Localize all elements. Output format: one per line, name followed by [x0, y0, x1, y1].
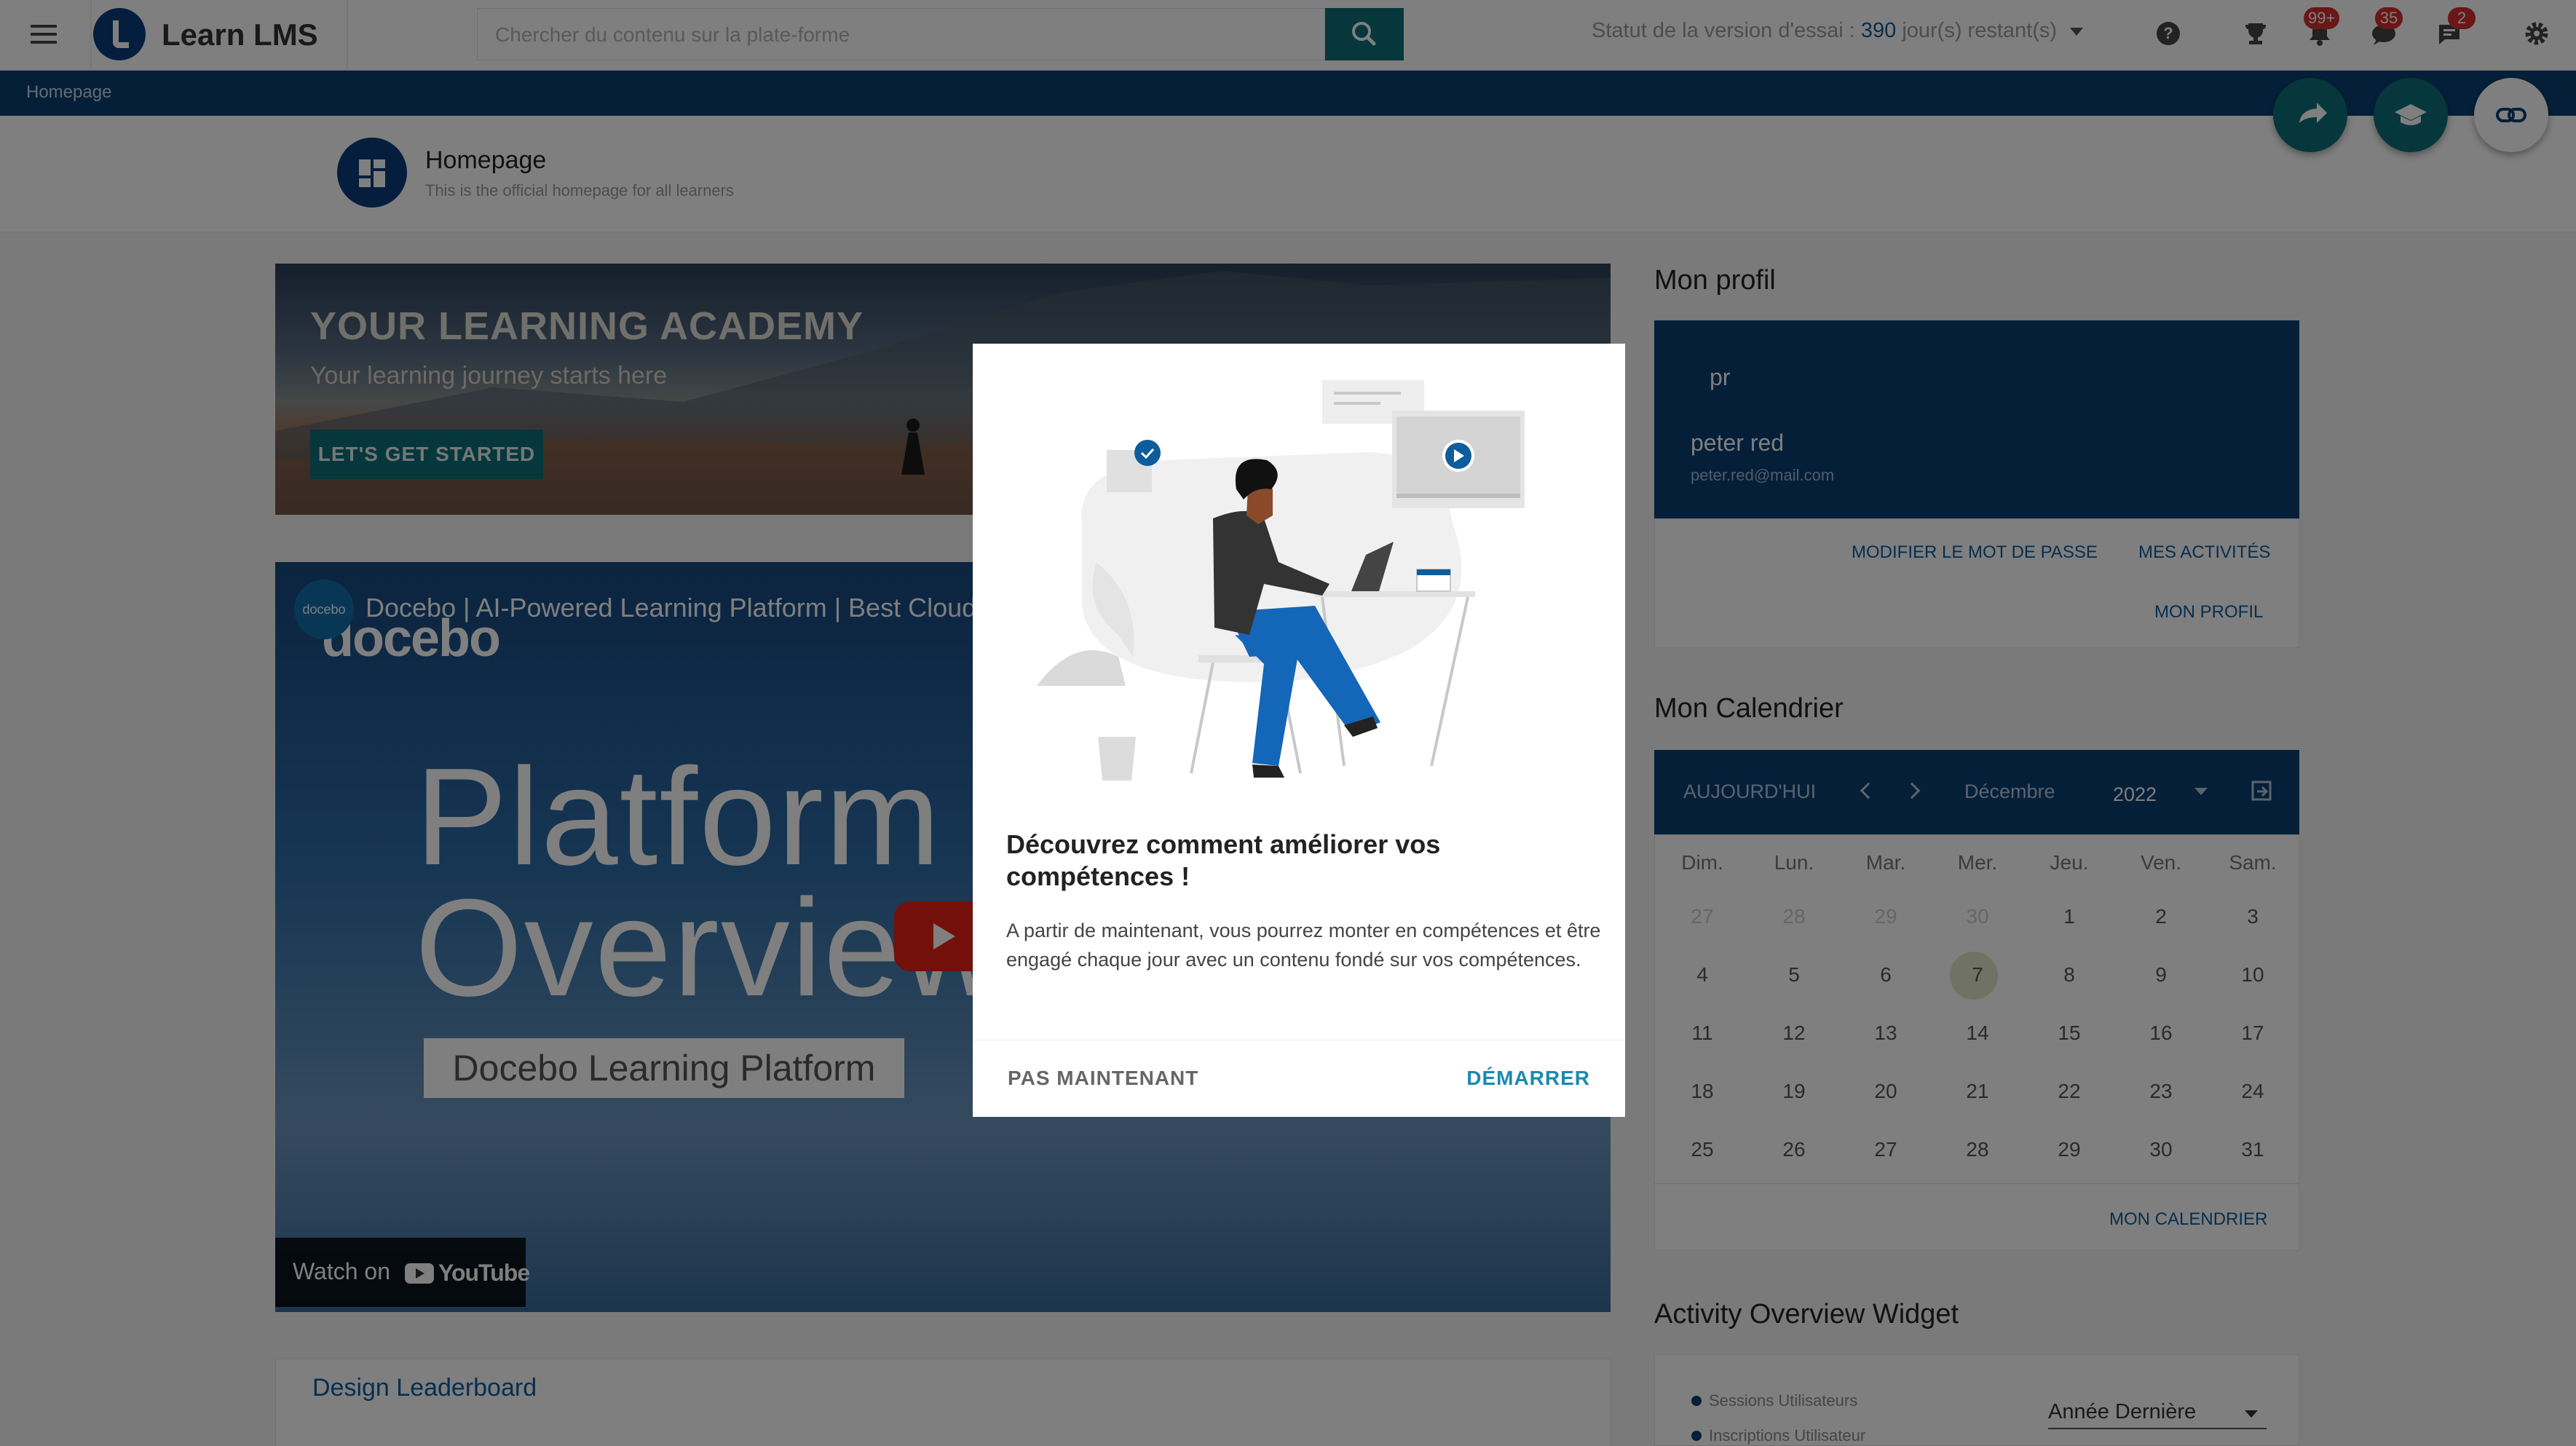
skills-modal: Découvrez comment améliorer vos compéten… — [973, 344, 1625, 1117]
person-at-desk-illustration — [1037, 380, 1525, 781]
modal-body: A partir de maintenant, vous pourrez mon… — [1006, 920, 1601, 971]
modal-footer: PAS MAINTENANT DÉMARRER — [973, 1040, 1625, 1117]
modal-title: Découvrez comment améliorer vos compéten… — [1006, 829, 1441, 891]
not-now-button[interactable]: PAS MAINTENANT — [1008, 1067, 1198, 1090]
start-button[interactable]: DÉMARRER — [1466, 1067, 1590, 1090]
